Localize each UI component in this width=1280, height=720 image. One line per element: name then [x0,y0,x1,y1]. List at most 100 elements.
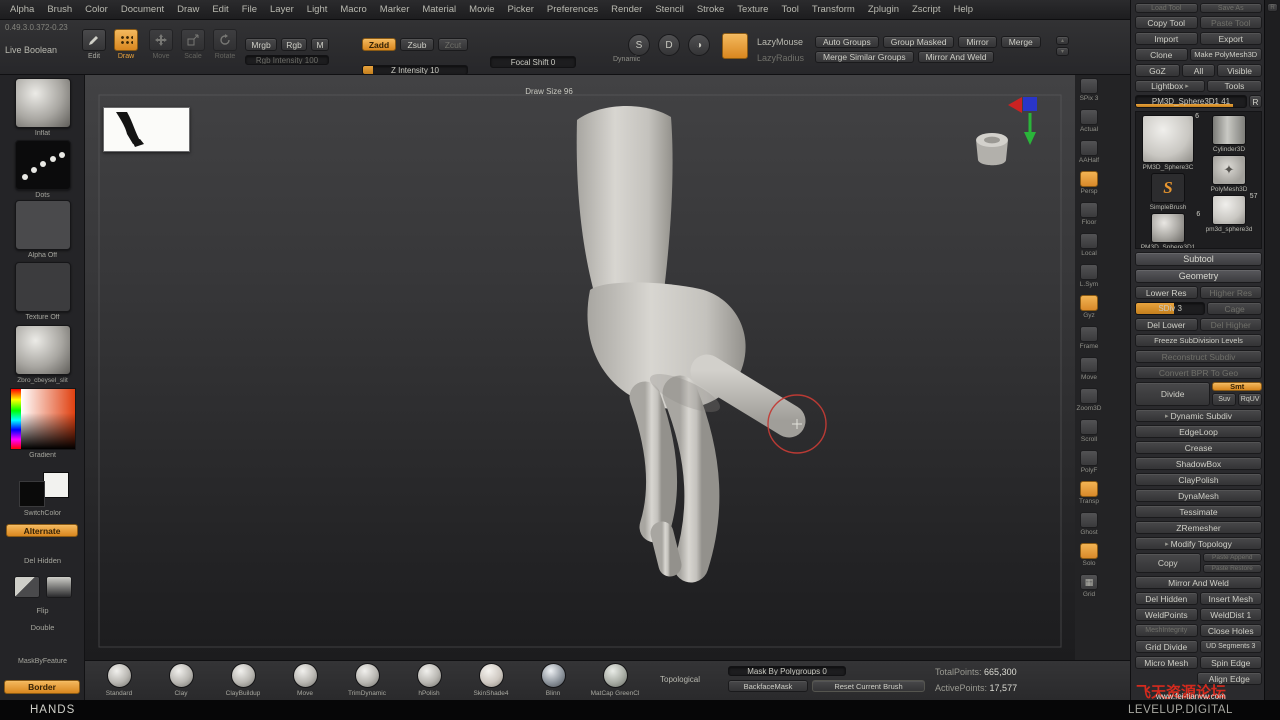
border-button[interactable]: Border [4,680,80,694]
sdiv-slider[interactable]: SDiv 3 [1135,302,1206,315]
saturation-value-square[interactable] [20,389,75,449]
mask-by-polygroups-slider[interactable]: Mask By Polygroups 0 [728,666,846,676]
right-shelf-button[interactable]: L.Sym [1075,264,1103,288]
polygroup-button[interactable]: Merge [1000,36,1041,48]
goz-all-button[interactable]: All [1181,64,1216,77]
lazymouse-button[interactable]: LazyMouse [757,37,803,47]
paste-append-button[interactable]: Paste Append [1202,553,1262,562]
ud-segments-slider[interactable]: UD Segments 3 [1199,640,1262,653]
viewport-canvas[interactable] [85,75,1075,660]
tessimate-section[interactable]: Tessimate [1135,505,1262,518]
cage-button[interactable]: Cage [1207,302,1262,315]
del-higher-button[interactable]: Del Higher [1199,318,1262,331]
make-polymesh3d-button[interactable]: Make PolyMesh3D [1189,48,1262,61]
right-shelf-button[interactable]: ▦ Grid [1075,574,1103,598]
lower-res-button[interactable]: Lower Res [1135,286,1198,299]
lightbox-button[interactable]: Lightbox ▸ [1135,80,1205,92]
menu-item[interactable]: Picker [508,4,534,15]
topological-label[interactable]: Topological [660,675,700,684]
reset-current-brush-button[interactable]: Reset Current Brush [812,680,925,692]
document-thumbnail[interactable] [103,107,190,152]
mrgb-button[interactable]: Mrgb [245,38,277,51]
menu-item[interactable]: Texture [737,4,768,15]
current-stroke-thumbnail[interactable]: Dots [0,140,85,199]
menu-item[interactable]: Macro [340,4,366,15]
spinner-up-button[interactable]: ▴ [1056,36,1069,45]
right-shelf-button[interactable]: Ghost [1075,512,1103,536]
spin-edge-button[interactable]: Spin Edge [1199,656,1262,669]
right-shelf-button[interactable]: Persp [1075,171,1103,195]
zadd-button[interactable]: Zadd [362,38,396,51]
menu-item[interactable]: Preferences [547,4,598,15]
m-button[interactable]: M [311,38,329,51]
live-boolean-button[interactable]: Live Boolean [5,45,57,55]
tool-thumbnail[interactable]: ✦ PolyMesh3D [1211,155,1247,193]
menu-item[interactable]: Stencil [655,4,684,15]
weldpoints-button[interactable]: WeldPoints [1135,608,1198,621]
polygroup-button[interactable]: Merge Similar Groups [815,51,914,63]
dynamic-mode-icon[interactable]: D [658,34,680,56]
sculptris-pro-icon[interactable]: S [628,34,650,56]
active-tool-slider[interactable]: PM3D_Sphere3D1 41 [1135,95,1247,108]
polygroup-button[interactable]: Mirror And Weld [917,51,995,63]
tool-r-button[interactable]: R [1249,95,1262,108]
zsub-button[interactable]: Zsub [400,38,434,51]
smt-toggle[interactable]: Smt [1212,382,1262,391]
dynamic-label[interactable]: Dynamic [613,56,640,63]
quick-pick-item[interactable]: TrimDynamic [341,663,393,697]
menu-item[interactable]: Zscript [912,4,941,15]
clone-button[interactable]: Clone [1135,48,1188,61]
alpha-thumbnail[interactable]: Alpha Off [0,200,85,259]
mask-by-feature-button[interactable]: MaskByFeature [0,656,85,665]
switch-color-swatches[interactable] [13,472,73,508]
del-hidden-shelf-button[interactable]: Del Hidden [0,554,85,565]
panel-strip-r-button[interactable]: R [1267,3,1278,12]
fade-toggle-icon[interactable] [46,576,72,598]
hue-strip[interactable] [10,389,21,449]
focal-shift-slider[interactable]: Focal Shift 0 [490,56,576,68]
right-shelf-button[interactable]: Scroll [1075,419,1103,443]
suv-toggle[interactable]: Suv [1212,393,1237,406]
tool-preview-widget[interactable] [969,127,1015,175]
color-picker-area[interactable] [9,388,76,450]
goz-button[interactable]: GoZ [1135,64,1180,77]
menu-item[interactable]: Light [307,4,328,15]
del-lower-button[interactable]: Del Lower [1135,318,1198,331]
copy-mesh-button[interactable]: Copy [1135,553,1201,573]
menu-item[interactable]: Zplugin [868,4,899,15]
save-as-button[interactable]: Save As [1199,3,1262,13]
quick-pick-item[interactable]: ClayBuildup [217,663,269,697]
tool-thumbnail[interactable]: S SimpleBrush [1150,173,1186,211]
close-holes-button[interactable]: Close Holes [1199,624,1262,637]
tool-thumbnail[interactable]: 6 PM3D_Sphere3D1 [1141,211,1201,248]
export-button[interactable]: Export [1199,32,1262,45]
menu-item[interactable]: Draw [177,4,199,15]
right-shelf-button[interactable]: Local [1075,233,1103,257]
alternate-button[interactable]: Alternate [6,524,78,537]
rgb-intensity-slider[interactable]: Rgb Intensity 100 [245,55,329,65]
menu-item[interactable]: Marker [380,4,410,15]
right-shelf-button[interactable]: Actual [1075,109,1103,133]
higher-res-button[interactable]: Higher Res [1199,286,1262,299]
lazyradius-button[interactable]: LazyRadius [757,53,804,63]
rgb-button[interactable]: Rgb [281,38,307,51]
menu-item[interactable]: Alpha [10,4,34,15]
rquv-toggle[interactable]: RqUV [1238,393,1263,406]
polygroup-button[interactable]: Group Masked [882,36,955,48]
spinner-down-button[interactable]: ▾ [1056,47,1069,56]
welddist-slider[interactable]: WeldDist 1 [1199,608,1262,621]
convert-bpr-button[interactable]: Convert BPR To Geo [1135,366,1262,379]
flip-button[interactable]: Flip [0,604,85,615]
right-shelf-button[interactable]: Zoom3D [1075,388,1103,412]
menu-item[interactable]: Transform [812,4,855,15]
move-mode-button[interactable]: Move [147,29,175,60]
menu-item[interactable]: Movie [469,4,494,15]
menu-item[interactable]: Color [85,4,108,15]
tool-thumbnail[interactable]: 57 pm3d_sphere3d [1206,193,1258,233]
micro-mesh-button[interactable]: Micro Mesh [1135,656,1198,669]
quick-pick-item[interactable]: Blinn [527,663,579,697]
menu-item[interactable]: Material [422,4,456,15]
divide-button[interactable]: Divide [1135,382,1211,406]
right-shelf-button[interactable]: SPix 3 [1075,78,1103,102]
menu-item[interactable]: Render [611,4,642,15]
